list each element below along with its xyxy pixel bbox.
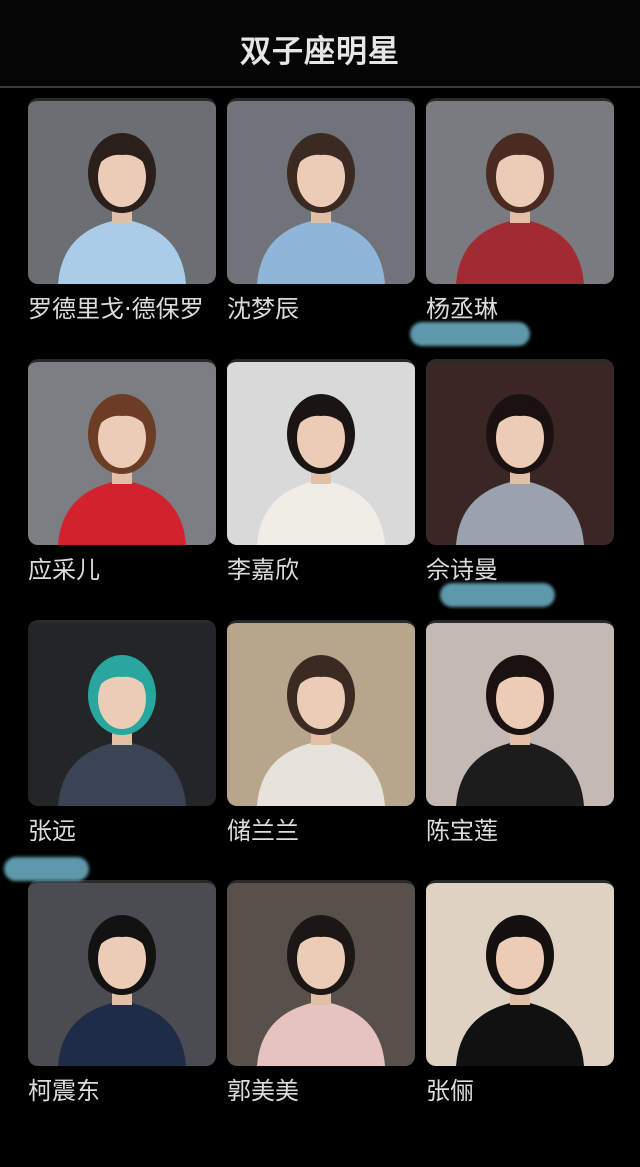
- highlight-smudge: [440, 583, 555, 607]
- portrait-woman-blue-top-icon: [257, 133, 385, 284]
- highlight-smudge: [410, 322, 530, 346]
- portrait-woman-black-dress-icon: [456, 655, 584, 806]
- portrait-woman-pink-top-icon: [257, 915, 385, 1066]
- celebrity-name[interactable]: 罗德里戈·德保罗: [28, 294, 238, 324]
- celebrity-name[interactable]: 储兰兰: [227, 816, 437, 846]
- portrait-torso: [58, 1001, 186, 1066]
- celebrity-name[interactable]: 沈梦辰: [227, 294, 437, 324]
- portrait-torso: [456, 219, 584, 284]
- celebrity-photo[interactable]: [28, 98, 216, 284]
- portrait-torso: [456, 1001, 584, 1066]
- page-title: 双子座明星: [240, 34, 400, 70]
- portrait-woman-striped-dress-icon: [456, 394, 584, 545]
- celebrity-photo[interactable]: [227, 98, 415, 284]
- portrait-man-teal-hair-icon: [58, 655, 186, 806]
- celebrity-photo[interactable]: [426, 98, 614, 284]
- celebrity-name[interactable]: 应采儿: [28, 555, 238, 585]
- celebrity-photo[interactable]: [426, 620, 614, 806]
- portrait-torso: [58, 741, 186, 806]
- portrait-woman-white-top-icon: [257, 394, 385, 545]
- portrait-torso: [58, 219, 186, 284]
- celebrity-photo[interactable]: [426, 359, 614, 545]
- portrait-man-suit-icon: [58, 915, 186, 1066]
- portrait-woman-black-slip-dress-icon: [456, 915, 584, 1066]
- top-bar: 双子座明星: [0, 0, 640, 88]
- celebrity-name[interactable]: 李嘉欣: [227, 555, 437, 585]
- celebrity-photo[interactable]: [227, 620, 415, 806]
- portrait-torso: [456, 480, 584, 545]
- celebrity-name[interactable]: 佘诗曼: [426, 555, 636, 585]
- celebrity-name[interactable]: 陈宝莲: [426, 816, 636, 846]
- celebrity-grid: 罗德里戈·德保罗 沈梦辰 杨丞琳应采儿 李嘉欣 佘诗曼张远 储兰兰 陈宝莲柯震东 郭美美 张俪: [0, 88, 640, 1167]
- celebrity-photo[interactable]: [28, 359, 216, 545]
- portrait-torso: [257, 219, 385, 284]
- celebrity-photo[interactable]: [227, 359, 415, 545]
- celebrity-name[interactable]: 柯震东: [28, 1076, 238, 1106]
- portrait-torso: [257, 741, 385, 806]
- celebrity-name[interactable]: 杨丞琳: [426, 294, 636, 324]
- celebrity-photo[interactable]: [426, 880, 614, 1066]
- celebrity-photo[interactable]: [28, 620, 216, 806]
- portrait-woman-red-jacket-icon: [456, 133, 584, 284]
- highlight-smudge: [4, 857, 89, 881]
- portrait-woman-red-dress-icon: [58, 394, 186, 545]
- celebrity-photo[interactable]: [227, 880, 415, 1066]
- celebrity-name[interactable]: 张远: [28, 816, 238, 846]
- portrait-woman-qipao-icon: [257, 655, 385, 806]
- portrait-torso: [58, 480, 186, 545]
- portrait-football-player-icon: [58, 133, 186, 284]
- celebrity-name[interactable]: 张俪: [426, 1076, 636, 1106]
- celebrity-photo[interactable]: [28, 880, 216, 1066]
- portrait-torso: [257, 480, 385, 545]
- portrait-torso: [456, 741, 584, 806]
- portrait-torso: [257, 1001, 385, 1066]
- celebrity-name[interactable]: 郭美美: [227, 1076, 437, 1106]
